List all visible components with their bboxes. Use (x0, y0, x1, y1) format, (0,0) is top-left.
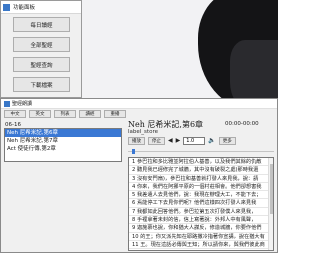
launcher-title: 功能面板 (13, 5, 36, 11)
scripture-line: 11 王。現在這話必傳與王知；所以請你來，與我們彼此商 (129, 241, 273, 250)
more-button[interactable]: 更多 (218, 136, 236, 145)
app-icon (3, 3, 10, 11)
chapter-list[interactable]: Neh 尼希米記,第6章 Neh 尼希米記,第7章 Act 使徒行傳,第2章 (4, 128, 122, 162)
scripture-line: 5 我差遣人去見他們，說：我現在辦理大工，不能下去； (129, 191, 273, 200)
scripture-line: 8 手裡拿著未封的信，信上寫著說：外邦人中有風聲， (129, 216, 273, 225)
previous-icon[interactable]: ◀ (168, 137, 173, 144)
player-title: 聖經朗讀 (12, 101, 33, 107)
daily-reading-button[interactable]: 每日讀經 (13, 17, 70, 32)
replay-button[interactable]: 重播 (104, 110, 126, 118)
launcher-title-bar: 功能面板 (1, 1, 81, 14)
scripture-line: 3 沒有安門扇)，參巴拉和基善就打發人來見我，說：請 (129, 175, 273, 183)
player-window: 聖經朗讀 中文 英文 列表 讀經 重播 06-16 Neh 尼希米記,第6章 N… (0, 98, 278, 253)
scripture-line: 6 焉能停工下去見你們呢？他們這樣四次打發人來見我 (129, 199, 273, 208)
app-icon (4, 100, 10, 107)
play-button[interactable]: 播放 (128, 136, 145, 145)
stop-button[interactable]: 停止 (148, 136, 165, 145)
launcher-window: 功能面板 每日讀經 全部聖經 聖經查詢 下載檔案 (0, 0, 82, 98)
speed-input[interactable]: 1.0 (183, 136, 206, 145)
scripture-line: 2 聽見我已經修完了城牆，其中沒有破裂之處(那時我還 (129, 166, 273, 175)
player-title-bar: 聖經朗讀 (1, 99, 277, 109)
next-icon[interactable]: ▶ (176, 137, 181, 144)
scripture-line: 9 迦施慕也說，你和猶大人謀反，修造城牆，你要作他們 (129, 224, 273, 233)
scrollbar-thumb[interactable] (270, 164, 273, 214)
chapter-list-item[interactable]: Neh 尼希米記,第7章 (5, 137, 121, 145)
progress-slider[interactable] (128, 149, 274, 154)
label-store: label_store (128, 129, 158, 135)
scripture-line: 10 的王；你又派先知在耶路撒冷指著你宣講，說在猶大有 (129, 233, 273, 241)
desktop-background (80, 0, 278, 108)
scripture-text-pane[interactable]: 1 參巴拉和多比雅並阿拉伯人基善，以及我們其餘的仇敵 2 聽見我已經修完了城牆，其… (128, 157, 274, 251)
scripture-line: 7 我都如此回答他們。參巴拉第五次打發僕人來見我， (129, 208, 273, 217)
whole-bible-button[interactable]: 全部聖經 (13, 37, 70, 52)
playback-controls: 播放 停止 ◀ ▶ 1.0 🔈 更多 (128, 136, 236, 145)
scrollbar[interactable] (268, 158, 273, 250)
list-button[interactable]: 列表 (54, 110, 76, 118)
progress-knob[interactable] (132, 149, 136, 154)
scripture-line: 1 參巴拉和多比雅並阿拉伯人基善，以及我們其餘的仇敵 (129, 158, 273, 167)
volume-icon[interactable]: 🔈 (208, 137, 215, 144)
player-toolbar: 中文 英文 列表 讀經 重播 (4, 110, 126, 118)
scripture-line: 4 你來，我們在阿挪平原的一個村莊相會。他們卻想害我 (129, 183, 273, 192)
chapter-list-item[interactable]: Neh 尼希米記,第6章 (5, 129, 121, 137)
time-display: 00:00-00:00 (225, 121, 259, 127)
download-files-button[interactable]: 下載檔案 (13, 77, 70, 92)
progress-track (128, 151, 274, 152)
english-button[interactable]: 英文 (29, 110, 51, 118)
read-button[interactable]: 讀經 (79, 110, 101, 118)
chapter-list-item[interactable]: Act 使徒行傳,第2章 (5, 145, 121, 153)
bible-search-button[interactable]: 聖經查詢 (13, 57, 70, 72)
chinese-button[interactable]: 中文 (4, 110, 26, 118)
